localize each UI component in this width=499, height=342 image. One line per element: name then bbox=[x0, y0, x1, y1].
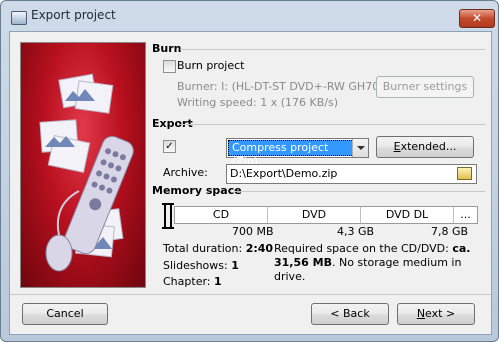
export-project-window: Export project ✕ Burn Burn project Burne… bbox=[0, 0, 499, 342]
chapter-value: 1 bbox=[214, 275, 222, 288]
banner-image bbox=[20, 42, 146, 288]
footer-divider bbox=[10, 294, 491, 295]
close-button[interactable]: ✕ bbox=[459, 9, 495, 28]
total-duration: Total duration: 2:40 bbox=[163, 242, 273, 255]
archive-label: Archive: bbox=[163, 166, 208, 179]
memory-space-bar: CD DVD DVD DL ... bbox=[174, 206, 478, 224]
burn-project-checkbox[interactable] bbox=[163, 60, 176, 73]
title-bar[interactable]: Export project ✕ bbox=[1, 1, 498, 31]
cancel-button[interactable]: Cancel bbox=[22, 303, 108, 325]
burn-divider bbox=[180, 49, 485, 50]
back-button[interactable]: < Back bbox=[311, 303, 389, 325]
window-title: Export project bbox=[31, 8, 116, 22]
export-divider bbox=[180, 124, 485, 125]
total-duration-value: 2:40 bbox=[245, 242, 274, 255]
tick-dvd: 4,3 GB bbox=[337, 225, 375, 238]
burn-heading: Burn bbox=[152, 42, 182, 55]
remote-photos-illustration bbox=[39, 73, 134, 272]
memory-space-heading: Memory space bbox=[152, 184, 242, 197]
writing-speed-info: Writing speed: 1 x (176 KB/s) bbox=[177, 96, 338, 109]
required-space-info: Required space on the CD/DVD: ca. 31,56 … bbox=[274, 242, 484, 284]
tick-dvd-dl: 7,8 GB bbox=[431, 225, 469, 238]
required-space-label: Required space on the CD/DVD: bbox=[274, 242, 449, 255]
segment-dvd: DVD bbox=[268, 207, 361, 223]
used-space-marker bbox=[162, 203, 174, 229]
extended-label: xtended... bbox=[400, 140, 457, 153]
slideshows-value: 1 bbox=[231, 259, 239, 272]
archive-path-input[interactable]: D:\Export\Demo.zip bbox=[226, 164, 477, 184]
memory-divider bbox=[234, 191, 485, 192]
window-icon bbox=[11, 11, 27, 25]
export-checkbox[interactable]: ✓ bbox=[163, 140, 176, 153]
chapter-count: Chapter: 1 bbox=[163, 275, 222, 288]
burner-settings-button[interactable]: Burner settings bbox=[376, 76, 474, 98]
chevron-down-icon[interactable] bbox=[352, 139, 368, 157]
dialog-client-area: Burn Burn project Burner: I: (HL-DT-ST D… bbox=[9, 31, 492, 335]
folder-icon[interactable] bbox=[457, 167, 472, 180]
chapter-label: Chapter: bbox=[163, 275, 211, 288]
export-format-value: Compress project (Zip) bbox=[228, 140, 356, 168]
extended-button[interactable]: Extended... bbox=[376, 136, 474, 158]
next-button[interactable]: Next > bbox=[397, 303, 475, 325]
export-format-select[interactable]: Compress project (Zip) bbox=[226, 138, 369, 168]
segment-more[interactable]: ... bbox=[454, 207, 477, 223]
next-label: ext > bbox=[425, 307, 456, 320]
slideshows-count: Slideshows: 1 bbox=[163, 259, 239, 272]
segment-dvd-dl: DVD DL bbox=[361, 207, 454, 223]
segment-cd: CD bbox=[175, 207, 268, 223]
tick-cd: 700 MB bbox=[232, 225, 274, 238]
burn-project-label: Burn project bbox=[177, 59, 245, 72]
slideshows-label: Slideshows: bbox=[163, 259, 228, 272]
total-duration-label: Total duration: bbox=[163, 242, 243, 255]
